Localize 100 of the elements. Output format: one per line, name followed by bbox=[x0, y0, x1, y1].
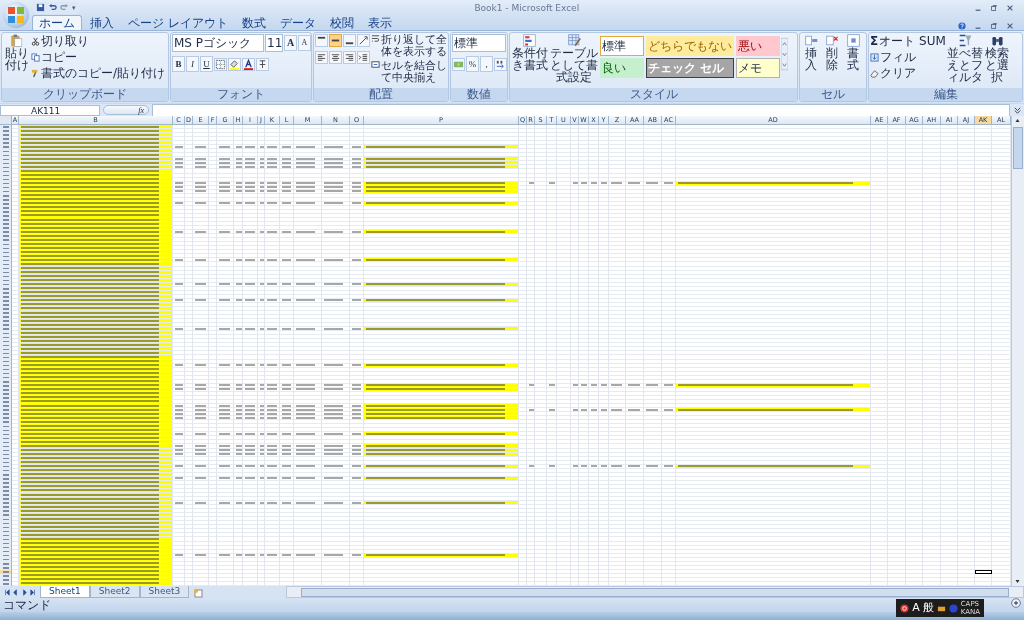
row-header[interactable] bbox=[0, 383, 12, 388]
conditional-format-button[interactable]: 条件付き書式 bbox=[511, 34, 548, 71]
restore-icon[interactable] bbox=[990, 3, 998, 12]
ribbon-tab[interactable]: ホーム bbox=[32, 15, 82, 30]
row-header[interactable] bbox=[0, 205, 12, 210]
format-as-table-button[interactable]: テーブルとして書式設定 bbox=[549, 34, 599, 83]
cell-style-option[interactable]: どちらでもない bbox=[646, 36, 734, 56]
increase-decimal-icon[interactable] bbox=[494, 57, 507, 71]
row-header[interactable] bbox=[0, 181, 12, 186]
ribbon-tab[interactable]: 数式 bbox=[235, 16, 272, 30]
cell-style-option[interactable]: 悪い bbox=[736, 36, 780, 56]
dictionary-label[interactable]: 般 bbox=[922, 601, 934, 615]
merge-center-button[interactable]: セルを結合して中央揃え bbox=[371, 60, 448, 85]
align-left-icon[interactable] bbox=[315, 51, 328, 64]
row-header[interactable] bbox=[0, 484, 12, 489]
comma-button[interactable]: , bbox=[480, 56, 493, 72]
row-header[interactable] bbox=[0, 573, 12, 578]
row-header[interactable] bbox=[0, 371, 12, 376]
cut-button[interactable]: 切り取り bbox=[31, 34, 166, 49]
row-header[interactable] bbox=[0, 549, 12, 554]
row-header[interactable] bbox=[0, 456, 12, 461]
align-right-icon[interactable] bbox=[343, 51, 356, 64]
horizontal-scrollbar[interactable] bbox=[286, 586, 1024, 598]
row-header[interactable] bbox=[0, 565, 12, 570]
row-header[interactable] bbox=[0, 197, 12, 202]
scroll-thumb[interactable] bbox=[1013, 127, 1023, 169]
row-header[interactable] bbox=[0, 488, 12, 493]
row-header[interactable] bbox=[0, 577, 12, 582]
row-header[interactable] bbox=[0, 476, 12, 481]
row-header[interactable] bbox=[0, 359, 12, 364]
expand-icon[interactable] bbox=[1013, 105, 1022, 115]
row-header[interactable] bbox=[0, 302, 12, 307]
grow-font-button[interactable]: A bbox=[284, 35, 297, 51]
help-icon[interactable] bbox=[958, 22, 966, 30]
bold-button[interactable]: B bbox=[172, 56, 185, 72]
scroll-thumb[interactable] bbox=[301, 587, 1009, 597]
save-icon[interactable] bbox=[36, 3, 45, 12]
fill-button[interactable]: フィル bbox=[870, 50, 946, 65]
row-header[interactable] bbox=[0, 460, 12, 465]
vertical-align-icon[interactable] bbox=[343, 34, 356, 47]
format-painter-button[interactable]: 書式のコピー/貼り付け bbox=[31, 66, 166, 81]
select-all-corner[interactable] bbox=[0, 116, 12, 125]
sort-filter-button[interactable]: 並べ替えとフィルタ bbox=[946, 34, 984, 83]
font-color-icon[interactable] bbox=[242, 57, 255, 71]
row-header[interactable] bbox=[0, 282, 12, 287]
row-header[interactable] bbox=[0, 581, 12, 586]
row-header[interactable] bbox=[0, 169, 12, 174]
ribbon-tab[interactable]: データ bbox=[273, 16, 322, 30]
row-header[interactable] bbox=[0, 557, 12, 562]
sheet-navigation-icon[interactable] bbox=[3, 588, 37, 597]
percent-button[interactable]: % bbox=[466, 56, 479, 72]
row-header[interactable] bbox=[0, 274, 12, 279]
row-header[interactable] bbox=[0, 193, 12, 198]
row-header[interactable] bbox=[0, 355, 12, 360]
row-header[interactable] bbox=[0, 201, 12, 206]
sheet-tab[interactable]: Sheet2 bbox=[89, 586, 140, 598]
row-header[interactable] bbox=[0, 290, 12, 295]
row-header[interactable] bbox=[0, 379, 12, 384]
row-header[interactable] bbox=[0, 185, 12, 190]
row-header[interactable] bbox=[0, 262, 12, 267]
close-icon[interactable] bbox=[1006, 22, 1014, 30]
delete-cells-button[interactable]: 削除 bbox=[822, 34, 842, 71]
row-header[interactable] bbox=[0, 177, 12, 182]
row-header[interactable] bbox=[0, 391, 12, 396]
underline-button[interactable]: U bbox=[200, 56, 213, 72]
undo-icon[interactable] bbox=[48, 3, 57, 12]
row-header[interactable] bbox=[0, 270, 12, 275]
ribbon-tab[interactable]: 表示 bbox=[361, 16, 398, 30]
name-box[interactable]: AK111 bbox=[0, 104, 100, 116]
font-size-dropdown[interactable]: 11 bbox=[265, 34, 283, 52]
insert-cells-button[interactable]: 挿入 bbox=[801, 34, 821, 71]
row-header[interactable] bbox=[0, 375, 12, 380]
shrink-font-button[interactable]: A bbox=[298, 35, 311, 51]
ribbon-tab[interactable]: 挿入 bbox=[84, 16, 120, 30]
italic-button[interactable]: I bbox=[186, 56, 199, 72]
ribbon-tab[interactable]: ページ レイアウト bbox=[122, 16, 234, 30]
row-header[interactable] bbox=[0, 278, 12, 283]
autosum-button[interactable]: Σオート SUM bbox=[870, 34, 946, 49]
wrap-text-button[interactable]: 折り返して全体を表示する bbox=[371, 34, 448, 59]
borders-icon[interactable] bbox=[214, 57, 227, 71]
cell-style-option[interactable]: メモ bbox=[736, 58, 780, 78]
row-header[interactable] bbox=[0, 468, 12, 473]
row-header[interactable] bbox=[0, 537, 12, 542]
row-header[interactable] bbox=[0, 452, 12, 457]
indent-icon[interactable] bbox=[357, 51, 370, 64]
row-header[interactable] bbox=[0, 480, 12, 485]
copy-button[interactable]: コピー bbox=[31, 50, 166, 65]
row-header[interactable] bbox=[0, 444, 12, 449]
redo-icon[interactable] bbox=[60, 3, 69, 12]
active-cell[interactable] bbox=[975, 569, 992, 574]
row-header[interactable] bbox=[0, 294, 12, 299]
row-header[interactable] bbox=[0, 395, 12, 400]
clear-button[interactable]: クリア bbox=[870, 66, 946, 81]
gallery-scroll-icon[interactable] bbox=[781, 36, 788, 72]
row-header[interactable] bbox=[0, 553, 12, 558]
cell-style-option[interactable]: 良い bbox=[600, 58, 644, 78]
row-header[interactable] bbox=[0, 266, 12, 271]
currency-icon[interactable] bbox=[452, 57, 465, 71]
vertical-scrollbar[interactable] bbox=[1011, 116, 1024, 586]
row-header[interactable] bbox=[0, 569, 12, 574]
